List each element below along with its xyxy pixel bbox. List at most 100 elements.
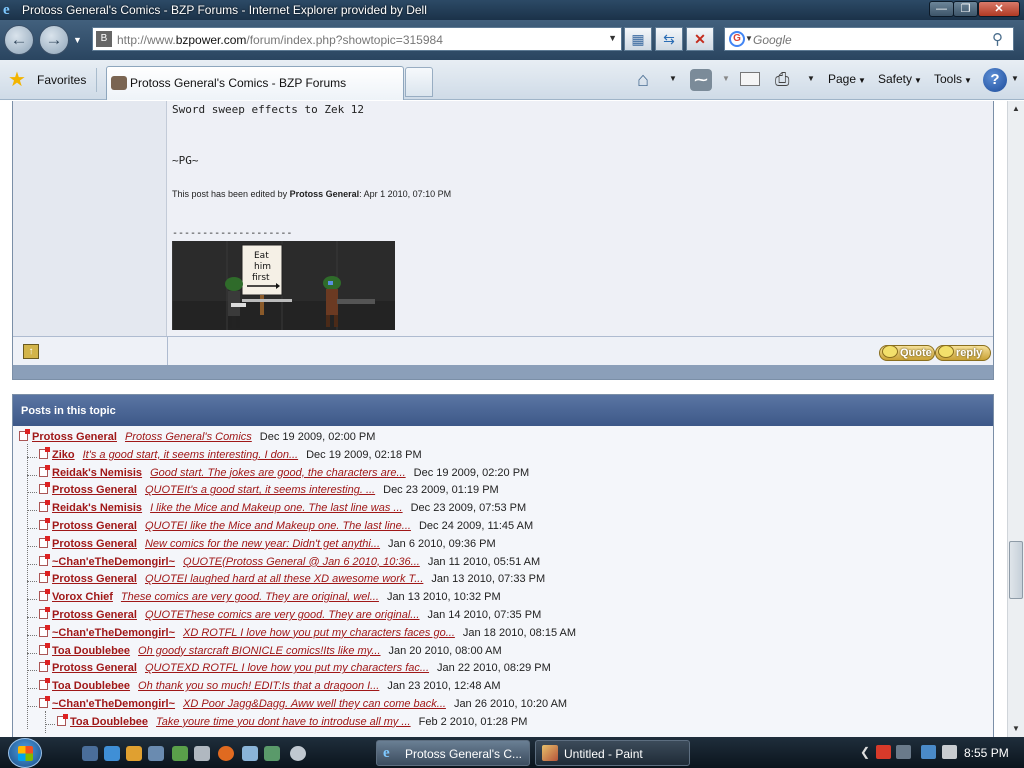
reply-button[interactable]: reply [935,345,991,361]
post-author-link[interactable]: Toa Doublebee [70,716,148,728]
post-author-link[interactable]: Toa Doublebee [52,680,130,692]
back-button[interactable]: ← [4,25,34,55]
taskbar-item-paint[interactable]: Untitled - Paint [535,740,690,766]
topic-post-row: Toa Doublebee Oh goody starcraft BIONICLE… [39,642,502,662]
topic-post-row: Protoss General QUOTEIt's a good start, i… [39,482,499,501]
post-author-link[interactable]: Reidak's Nemisis [52,467,142,479]
post-author-link[interactable]: ~Chan'eTheDemongirl~ [52,627,175,639]
post-snippet-link[interactable]: XD ROTFL I love how you put my character… [183,627,455,639]
tray-app-icon[interactable] [896,745,911,759]
ie-quicklaunch-icon[interactable] [104,746,120,761]
topic-post-row: ~Chan'eTheDemongirl~ XD Poor Jagg&Dagg. A… [39,696,567,715]
print-dropdown-icon[interactable]: ▼ [807,74,815,83]
search-input[interactable] [753,31,983,48]
safety-menu[interactable]: Safety ▼ [878,72,922,86]
vertical-scrollbar[interactable]: ▲ ▼ [1007,101,1024,737]
post-snippet-link[interactable]: Oh goody starcraft BIONICLE comics!Its l… [138,645,380,657]
help-dropdown-icon[interactable]: ▼ [1011,74,1019,83]
search-provider-dropdown-icon[interactable]: ▼ [745,34,753,43]
scrollbar-thumb[interactable] [1009,541,1023,599]
compatibility-view-button[interactable]: ▦ [624,27,652,51]
post-snippet-link[interactable]: I like the Mice and Makeup one. The last… [150,502,403,514]
refresh-button[interactable]: ⇆ [655,27,683,51]
app-quicklaunch-icon-3[interactable] [290,746,306,761]
maximize-button[interactable]: ❐ [953,1,978,17]
post-snippet-link[interactable]: QUOTEThese comics are very good. They ar… [145,609,420,621]
close-window-button[interactable]: ✕ [978,1,1020,17]
post-author-link[interactable]: Reidak's Nemisis [52,502,142,514]
post-author-link[interactable]: Protoss General [52,520,137,532]
post-snippet-link[interactable]: It's a good start, it seems interesting.… [83,449,298,461]
back-to-top-icon[interactable]: ↑ [23,344,39,359]
quote-button[interactable]: Quote [879,345,935,361]
post-author-link[interactable]: ~Chan'eTheDemongirl~ [52,556,175,568]
tools-menu[interactable]: Tools ▼ [934,72,972,86]
scroll-up-arrow-icon[interactable]: ▲ [1008,101,1024,117]
volume-icon[interactable] [942,745,957,759]
post-author-link[interactable]: Protoss General [52,662,137,674]
post-author-link[interactable]: Protoss General [52,484,137,496]
post-snippet-link[interactable]: New comics for the new year: Didn't get … [145,538,380,550]
post-snippet-link[interactable]: These comics are very good. They are ori… [121,591,379,603]
post-snippet-link[interactable]: QUOTEIt's a good start, it seems interes… [145,484,375,496]
post-author-link[interactable]: ~Chan'eTheDemongirl~ [52,698,175,710]
clock[interactable]: 8:55 PM [964,746,1009,760]
forward-button[interactable]: → [39,25,69,55]
post-snippet-link[interactable]: Oh thank you so much! EDIT:Is that a dra… [138,680,379,692]
app-quicklaunch-icon[interactable] [172,746,188,761]
page-menu[interactable]: Page ▼ [828,72,866,86]
post-snippet-link[interactable]: QUOTE(Protoss General @ Jan 6 2010, 10:3… [183,556,420,568]
post-snippet-link[interactable]: Take youre time you dont have to introdu… [156,716,411,728]
tree-connector [27,670,37,672]
post-author-link[interactable]: Toa Doublebee [52,645,130,657]
post-author-link[interactable]: Ziko [52,449,75,461]
show-desktop-icon[interactable] [82,746,98,761]
home-dropdown-icon[interactable]: ▼ [669,74,677,83]
post-icon [39,624,50,637]
address-dropdown-icon[interactable]: ▼ [608,33,617,43]
post-snippet-link[interactable]: Protoss General's Comics [125,431,252,443]
help-icon[interactable]: ? [983,68,1007,92]
app-quicklaunch-icon-2[interactable] [264,746,280,761]
topic-post-row: Toa Doublebee Oh thank you so much! EDIT:… [39,678,501,697]
post-date: Dec 19 2009, 02:00 PM [259,431,376,443]
search-icon[interactable]: ⚲ [992,30,1003,48]
scroll-down-arrow-icon[interactable]: ▼ [1008,721,1024,737]
post-author-link[interactable]: Protoss General [32,431,117,443]
windows-logo-icon [18,746,33,761]
post-author-link[interactable]: Protoss General [52,573,137,585]
print-icon[interactable]: ⎙ [775,69,789,90]
post-snippet-link[interactable]: Good start. The jokes are good, the char… [150,467,406,479]
show-hidden-icons-icon[interactable]: ❮ [860,745,870,759]
taskbar-item-ie[interactable]: e Protoss General's C... [376,740,530,766]
feeds-dropdown-icon[interactable]: ▼ [722,74,730,83]
calculator-icon[interactable] [194,746,210,761]
stop-button[interactable]: ✕ [686,27,714,51]
recent-pages-dropdown-icon[interactable]: ▼ [73,35,82,45]
post-author-link[interactable]: Protoss General [52,538,137,550]
favorites-button[interactable]: Favorites [37,73,86,87]
read-mail-icon[interactable] [740,72,760,86]
tab-active[interactable]: Protoss General's Comics - BZP Forums [106,66,404,100]
post-author-link[interactable]: Vorox Chief [52,591,113,603]
media-player-icon[interactable] [126,746,142,761]
firefox-icon[interactable] [218,746,234,761]
start-button[interactable] [8,738,42,768]
minimize-button[interactable]: — [929,1,954,17]
address-url[interactable]: http://www.bzpower.com/forum/index.php?s… [117,33,443,47]
network-icon[interactable] [921,745,936,759]
post-snippet-link[interactable]: QUOTEI like the Mice and Makeup one. The… [145,520,411,532]
security-alert-icon[interactable] [876,745,891,759]
post-snippet-link[interactable]: QUOTEI laughed hard at all these XD awes… [145,573,423,585]
messenger-icon[interactable] [242,746,258,761]
post-snippet-link[interactable]: QUOTEXD ROTFL I love how you put my char… [145,662,429,674]
switch-windows-icon[interactable] [148,746,164,761]
new-tab-button[interactable] [405,67,433,97]
feeds-icon[interactable]: ⁓ [690,69,712,91]
post-snippet-link[interactable]: XD Poor Jagg&Dagg. Aww well they can com… [183,698,446,710]
home-icon[interactable]: ⌂ [637,69,649,92]
favorites-star-icon[interactable]: ★ [8,70,26,90]
address-bar[interactable]: B http://www.bzpower.com/forum/index.php… [92,27,622,51]
search-box[interactable]: G ▼ ⚲ [724,27,1014,51]
post-author-link[interactable]: Protoss General [52,609,137,621]
